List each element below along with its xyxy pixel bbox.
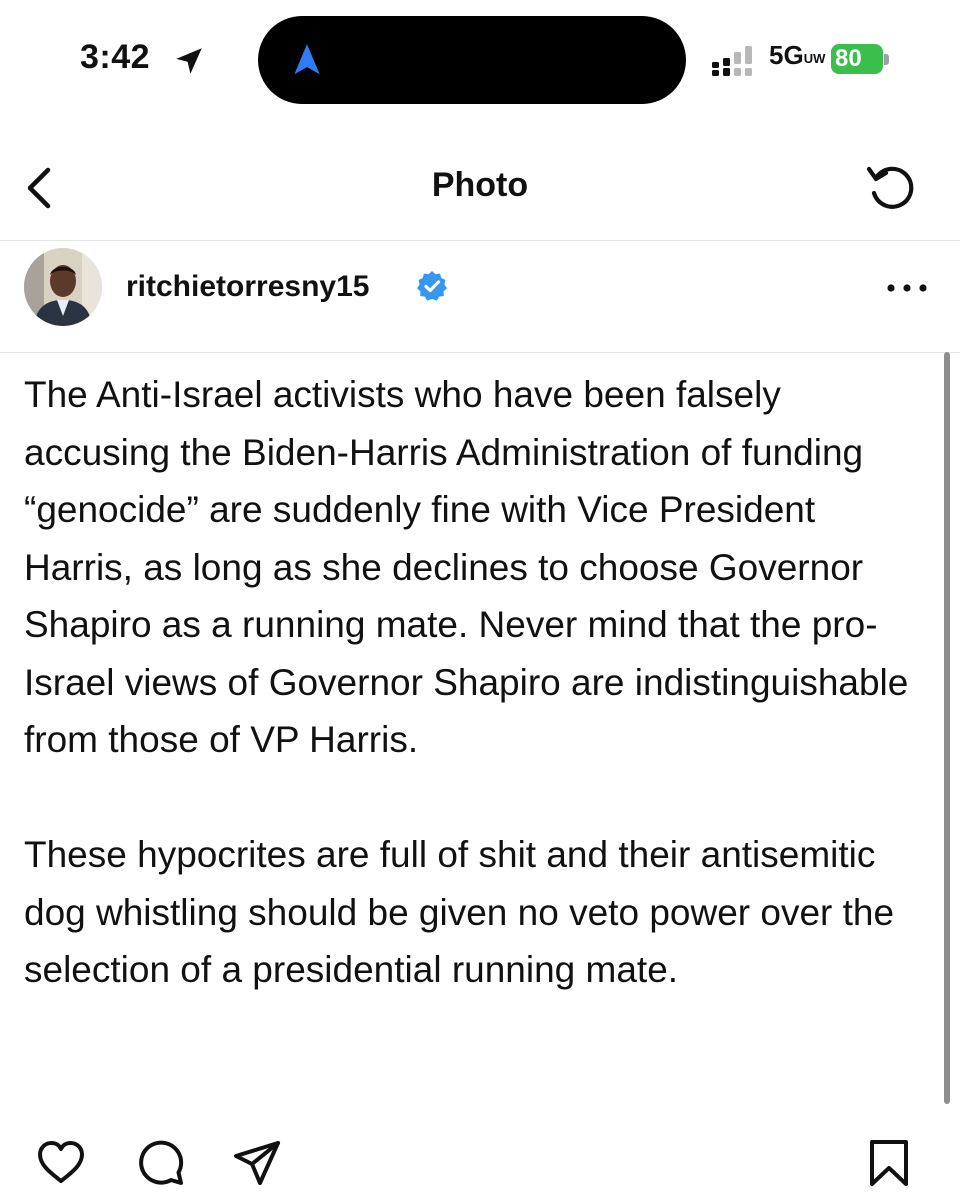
more-options-icon[interactable]: [884, 278, 930, 298]
navigation-arrow-icon: [294, 44, 320, 75]
battery-indicator: 80: [831, 44, 883, 74]
location-arrow-icon: [176, 48, 202, 74]
network-indicator: 5GUW: [769, 40, 825, 71]
refresh-icon[interactable]: [862, 158, 920, 216]
share-icon[interactable]: [232, 1138, 282, 1188]
status-time: 3:42: [80, 38, 151, 76]
verified-badge-icon: [417, 271, 447, 301]
top-navigation: Photo: [0, 130, 960, 241]
dynamic-island: [258, 16, 686, 104]
post-paragraph: These hypocrites are full of shit and th…: [24, 834, 895, 990]
page-title: Photo: [431, 166, 529, 204]
post-header: ritchietorresny15: [0, 240, 960, 353]
comment-icon[interactable]: [136, 1138, 186, 1188]
cellular-signal-icon: [712, 46, 752, 76]
post-paragraph: The Anti-Israel activists who have been …: [24, 374, 909, 760]
scrollbar[interactable]: [944, 352, 950, 1104]
bookmark-icon[interactable]: [864, 1138, 914, 1188]
battery-tip: [884, 54, 889, 65]
status-bar: 3:42 5GUW 80: [0, 0, 960, 120]
heart-icon[interactable]: [36, 1138, 86, 1188]
post-text: The Anti-Israel activists who have been …: [24, 366, 934, 999]
action-bar: [0, 1120, 960, 1200]
battery-level: 80: [835, 45, 862, 72]
network-type: 5G: [769, 40, 804, 70]
username[interactable]: ritchietorresny15: [126, 270, 369, 304]
avatar[interactable]: [24, 248, 102, 326]
network-suffix: UW: [803, 51, 826, 66]
avatar-photo: [24, 248, 102, 326]
